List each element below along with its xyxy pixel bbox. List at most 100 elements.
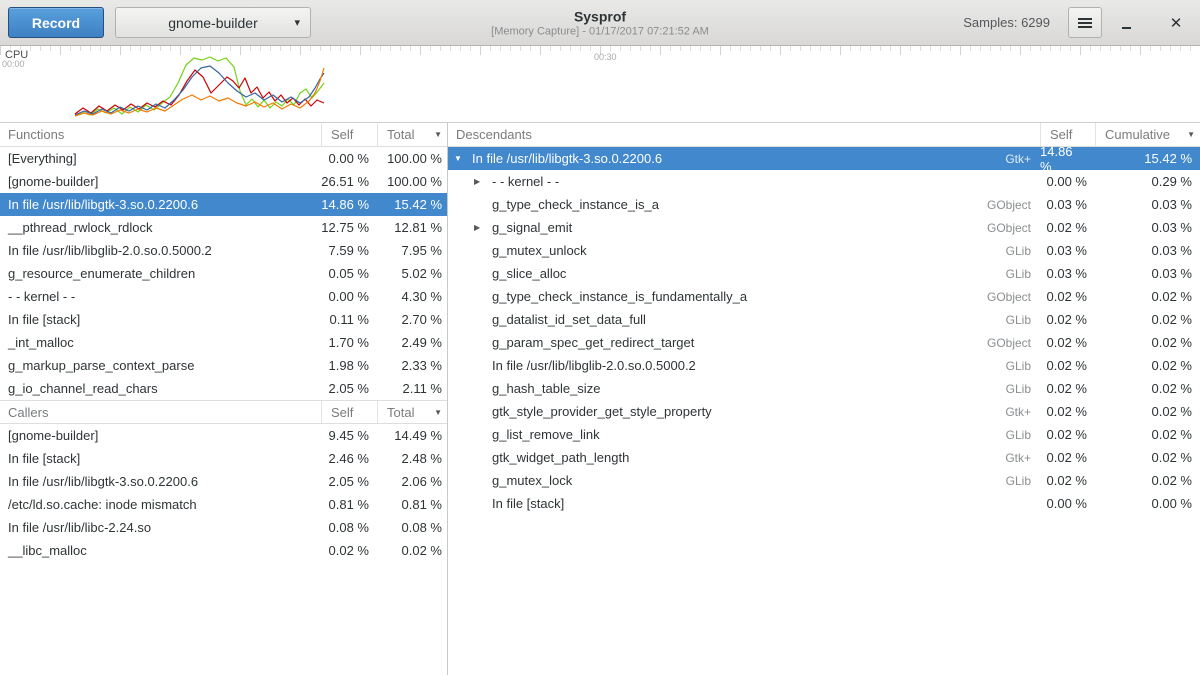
- table-row[interactable]: g_mutex_lockGLib0.02 %0.02 %: [448, 469, 1200, 492]
- function-name-cell: ▼In file /usr/lib/libgtk-3.so.0.2200.6: [448, 147, 976, 170]
- callers-column-header[interactable]: Callers: [0, 401, 321, 423]
- table-row[interactable]: ▶- - kernel - -0.00 %0.29 %: [448, 170, 1200, 193]
- function-name-cell: g_mutex_lock: [448, 469, 976, 492]
- table-row[interactable]: In file /usr/lib/libc-2.24.so0.08 %0.08 …: [0, 516, 447, 539]
- record-button[interactable]: Record: [8, 7, 104, 38]
- table-row[interactable]: g_io_channel_read_chars2.05 %2.11 %: [0, 377, 447, 400]
- expander-expanded-icon[interactable]: ▼: [454, 154, 472, 163]
- function-name-cell: g_slice_alloc: [448, 262, 976, 285]
- cpu-timeline[interactable]: CPU 00:00 00:30: [0, 46, 1200, 123]
- self-column-header[interactable]: Self: [321, 401, 377, 423]
- minimize-button[interactable]: [1112, 8, 1140, 38]
- table-row[interactable]: g_markup_parse_context_parse1.98 %2.33 %: [0, 354, 447, 377]
- right-pane: Descendants Self Cumulative ▼ ▼In file /…: [448, 123, 1200, 675]
- table-row[interactable]: g_mutex_unlockGLib0.03 %0.03 %: [448, 239, 1200, 262]
- table-row[interactable]: __libc_malloc0.02 %0.02 %: [0, 539, 447, 562]
- table-row[interactable]: g_slice_allocGLib0.03 %0.03 %: [448, 262, 1200, 285]
- table-row[interactable]: __pthread_rwlock_rdlock12.75 %12.81 %: [0, 216, 447, 239]
- library-tag: Gtk+: [976, 400, 1040, 423]
- window-subtitle: [Memory Capture] - 01/17/2017 07:21:52 A…: [491, 25, 709, 37]
- function-name-cell: g_io_channel_read_chars: [0, 377, 321, 400]
- main-content: Functions Self Total ▼ [Everything]0.00 …: [0, 123, 1200, 675]
- self-percent: 1.70 %: [321, 331, 377, 354]
- table-row[interactable]: g_hash_table_sizeGLib0.02 %0.02 %: [448, 377, 1200, 400]
- function-name-cell: In file /usr/lib/libc-2.24.so: [0, 516, 321, 539]
- table-row[interactable]: In file /usr/lib/libglib-2.0.so.0.5000.2…: [448, 354, 1200, 377]
- function-name-cell: ▶g_signal_emit: [448, 216, 976, 239]
- descendants-table: ▼In file /usr/lib/libgtk-3.so.0.2200.6 Gt…: [448, 147, 1200, 515]
- table-row[interactable]: In file /usr/lib/libgtk-3.so.0.2200.614.…: [0, 193, 447, 216]
- function-name: g_markup_parse_context_parse: [8, 358, 194, 373]
- function-name-cell: In file [stack]: [0, 447, 321, 470]
- table-row[interactable]: [gnome-builder]26.51 %100.00 %: [0, 170, 447, 193]
- table-row[interactable]: _int_malloc1.70 %2.49 %: [0, 331, 447, 354]
- table-row[interactable]: [gnome-builder]9.45 %14.49 %: [0, 424, 447, 447]
- table-row[interactable]: In file [stack]2.46 %2.48 %: [0, 447, 447, 470]
- total-percent: 0.02 %: [1095, 400, 1200, 423]
- self-percent: 0.02 %: [1040, 216, 1095, 239]
- function-name-cell: gtk_style_provider_get_style_property: [448, 400, 976, 423]
- self-percent: 0.00 %: [321, 285, 377, 308]
- functions-column-header[interactable]: Functions: [0, 123, 321, 146]
- cpu-graph: [0, 53, 1200, 122]
- library-tag: GObject: [976, 216, 1040, 239]
- self-percent: 12.75 %: [321, 216, 377, 239]
- menu-button[interactable]: [1068, 7, 1102, 38]
- cumulative-column-header[interactable]: Cumulative ▼: [1095, 123, 1200, 146]
- library-tag: Gtk+: [976, 446, 1040, 469]
- function-name-cell: g_type_check_instance_is_a: [448, 193, 976, 216]
- function-name: gtk_widget_path_length: [492, 450, 629, 465]
- total-percent: 0.02 %: [1095, 469, 1200, 492]
- close-button[interactable]: ✕: [1162, 8, 1190, 38]
- function-name-cell: g_param_spec_get_redirect_target: [448, 331, 976, 354]
- library-tag: GObject: [976, 331, 1040, 354]
- process-selector-dropdown[interactable]: gnome-builder ▾: [115, 7, 311, 38]
- function-name: In file [stack]: [8, 312, 80, 327]
- table-row[interactable]: In file [stack]0.11 %2.70 %: [0, 308, 447, 331]
- function-name: In file /usr/lib/libglib-2.0.so.0.5000.2: [492, 358, 696, 373]
- table-row[interactable]: [Everything]0.00 %100.00 %: [0, 147, 447, 170]
- header-right-controls: Samples: 6299 ✕: [963, 7, 1192, 38]
- function-name-cell: g_markup_parse_context_parse: [0, 354, 321, 377]
- table-row[interactable]: gtk_widget_path_lengthGtk+0.02 %0.02 %: [448, 446, 1200, 469]
- table-row[interactable]: /etc/ld.so.cache: inode mismatch0.81 %0.…: [0, 493, 447, 516]
- table-row[interactable]: g_param_spec_get_redirect_targetGObject0…: [448, 331, 1200, 354]
- self-percent: 0.03 %: [1040, 262, 1095, 285]
- function-name-cell: g_hash_table_size: [448, 377, 976, 400]
- function-name: /etc/ld.so.cache: inode mismatch: [8, 497, 197, 512]
- table-row[interactable]: g_type_check_instance_is_fundamentally_a…: [448, 285, 1200, 308]
- self-percent: 0.00 %: [321, 147, 377, 170]
- table-row[interactable]: g_datalist_id_set_data_fullGLib0.02 %0.0…: [448, 308, 1200, 331]
- window-title: Sysprof: [491, 8, 709, 24]
- library-tag: GLib: [976, 423, 1040, 446]
- total-column-header[interactable]: Total ▼: [377, 401, 447, 423]
- expander-collapsed-icon[interactable]: ▶: [474, 223, 492, 232]
- table-row[interactable]: In file [stack]0.00 %0.00 %: [448, 492, 1200, 515]
- self-column-header[interactable]: Self: [321, 123, 377, 146]
- table-row[interactable]: ▼In file /usr/lib/libgtk-3.so.0.2200.6Gt…: [448, 147, 1200, 170]
- table-row[interactable]: In file /usr/lib/libgtk-3.so.0.2200.62.0…: [0, 470, 447, 493]
- function-name-cell: g_resource_enumerate_children: [0, 262, 321, 285]
- total-percent: 15.42 %: [1095, 147, 1200, 170]
- descendants-column-header[interactable]: Descendants: [448, 123, 1040, 146]
- self-percent: 0.02 %: [1040, 423, 1095, 446]
- function-name-cell: __libc_malloc: [0, 539, 321, 562]
- sort-indicator-icon: ▼: [434, 130, 442, 139]
- expander-collapsed-icon[interactable]: ▶: [474, 177, 492, 186]
- total-percent: 0.81 %: [377, 493, 447, 516]
- left-pane: Functions Self Total ▼ [Everything]0.00 …: [0, 123, 448, 675]
- table-row[interactable]: gtk_style_provider_get_style_propertyGtk…: [448, 400, 1200, 423]
- cumulative-column-label: Cumulative: [1105, 127, 1170, 142]
- table-row[interactable]: ▶g_signal_emitGObject0.02 %0.03 %: [448, 216, 1200, 239]
- library-tag: GLib: [976, 354, 1040, 377]
- table-row[interactable]: g_list_remove_linkGLib0.02 %0.02 %: [448, 423, 1200, 446]
- table-row[interactable]: - - kernel - -0.00 %4.30 %: [0, 285, 447, 308]
- function-name-cell: In file [stack]: [0, 308, 321, 331]
- total-percent: 12.81 %: [377, 216, 447, 239]
- table-row[interactable]: In file /usr/lib/libglib-2.0.so.0.5000.2…: [0, 239, 447, 262]
- table-row[interactable]: g_resource_enumerate_children0.05 %5.02 …: [0, 262, 447, 285]
- function-name: g_slice_alloc: [492, 266, 566, 281]
- table-row[interactable]: g_type_check_instance_is_aGObject0.03 %0…: [448, 193, 1200, 216]
- total-column-header[interactable]: Total ▼: [377, 123, 447, 146]
- function-name: - - kernel - -: [492, 174, 559, 189]
